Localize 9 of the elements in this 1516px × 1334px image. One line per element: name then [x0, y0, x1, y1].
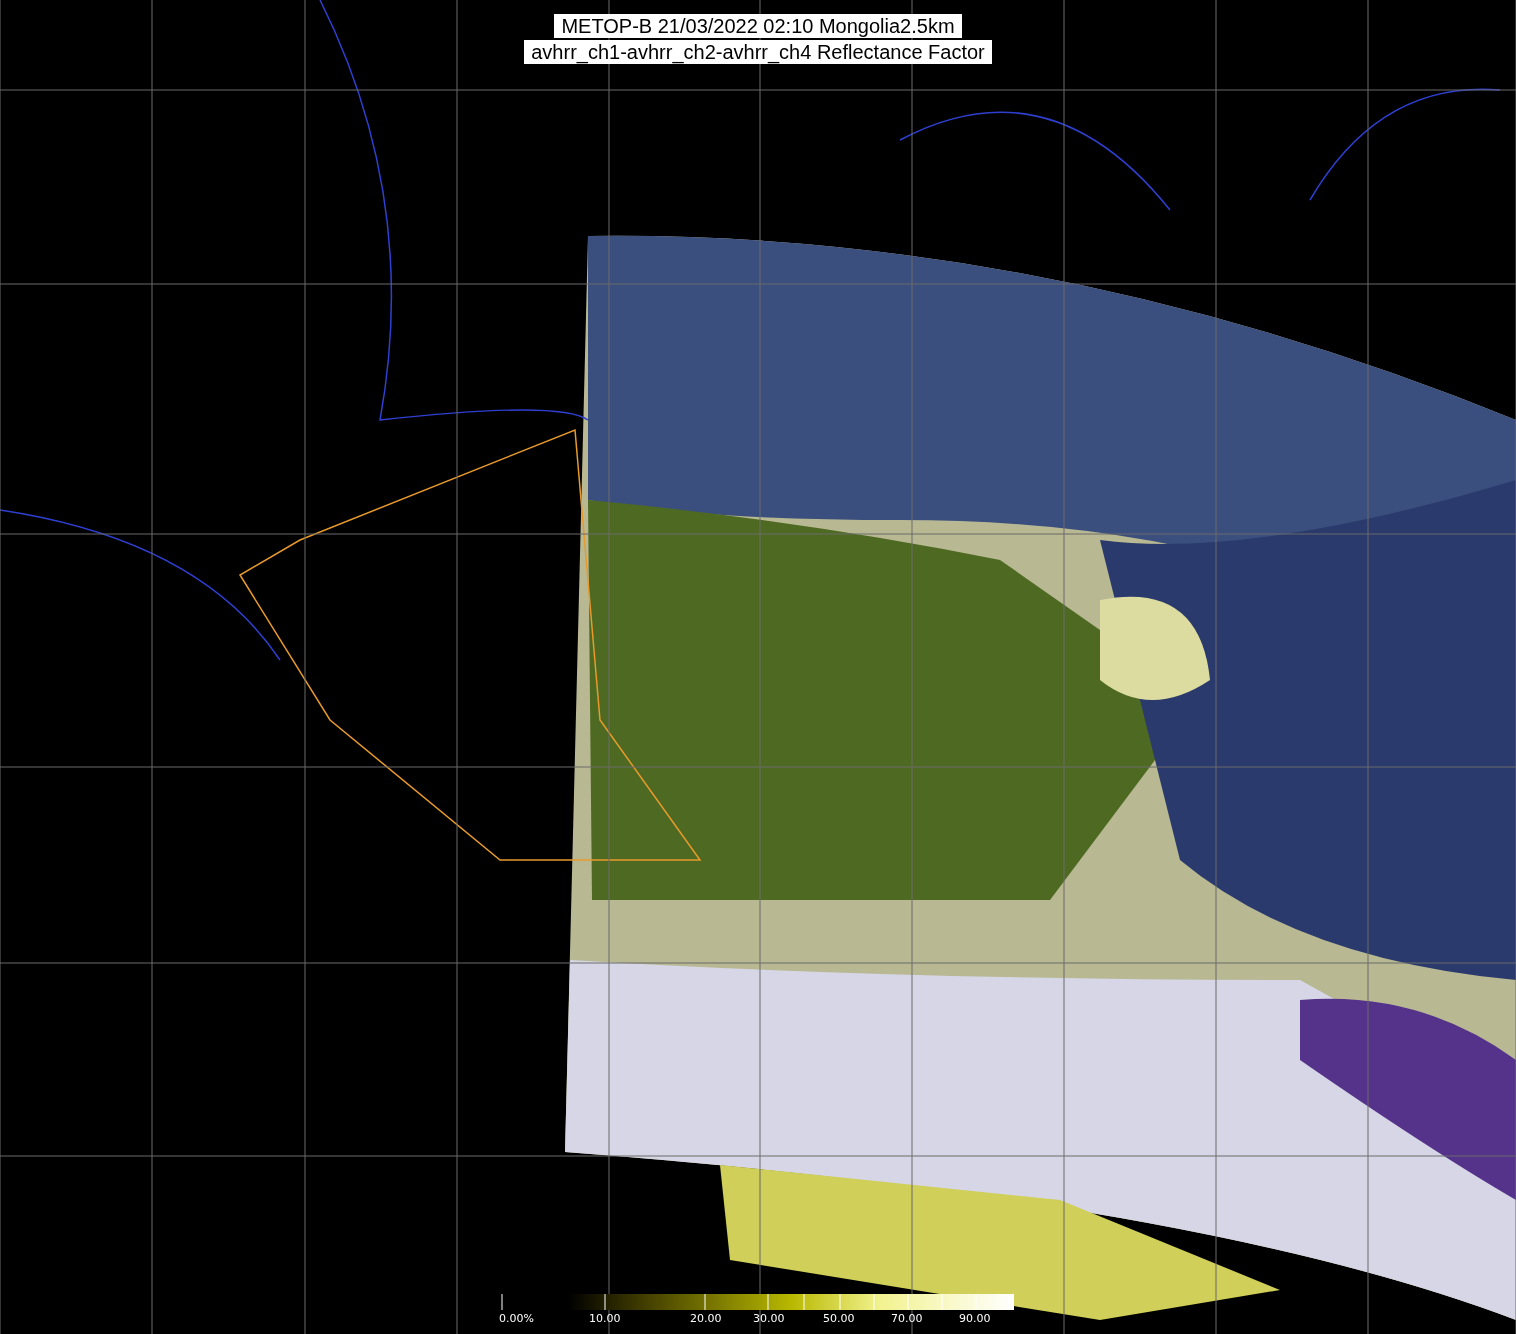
colorbar-label: 50.00: [823, 1312, 855, 1326]
colorbar-label: 70.00: [891, 1312, 923, 1326]
colorbar-label: 0.00%: [499, 1312, 534, 1326]
colorbar-label: 10.00: [589, 1312, 621, 1326]
map-title: METOP-B 21/03/2022 02:10 Mongolia2.5km: [554, 14, 962, 38]
colorbar-label: 20.00: [690, 1312, 722, 1326]
colorbar-label: 30.00: [753, 1312, 785, 1326]
map-title: avhrr_ch1-avhrr_ch2-avhrr_ch4 Reflectance Factor: [524, 40, 992, 64]
colorbar-label: 90.00: [959, 1312, 991, 1326]
